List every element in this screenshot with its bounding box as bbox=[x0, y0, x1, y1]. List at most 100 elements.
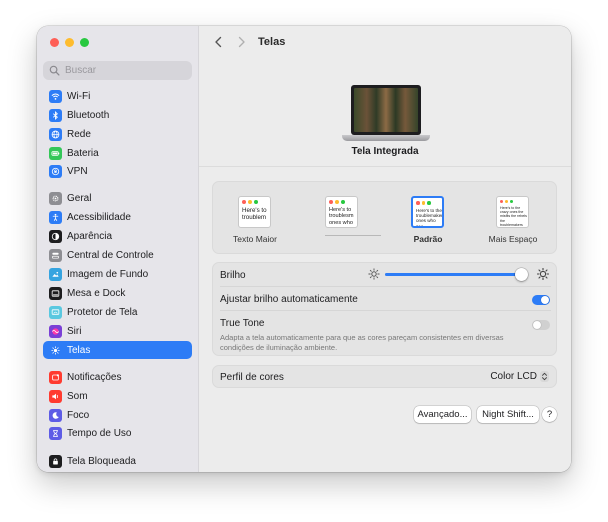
sidebar-item-geral[interactable]: Geral bbox=[43, 189, 192, 207]
sidebar: Wi-Fi Bluetooth Rede Bateria VPN Geral Acessib… bbox=[37, 26, 199, 472]
true-tone-description: Adapta a tela automaticamente para que a… bbox=[220, 333, 504, 352]
auto-brightness-label: Ajustar brilho automaticamente bbox=[220, 294, 358, 305]
search-field[interactable] bbox=[43, 61, 192, 80]
display-name: Tela Integrada bbox=[351, 146, 419, 157]
appearance-icon bbox=[49, 229, 62, 243]
wifi-icon bbox=[49, 89, 62, 103]
chevron-right-icon bbox=[238, 36, 245, 48]
sidebar-item-label: Notificações bbox=[67, 371, 122, 383]
night-shift-button[interactable]: Night Shift... bbox=[477, 406, 539, 423]
bluetooth-icon bbox=[49, 108, 62, 122]
sidebar-item-bateria[interactable]: Bateria bbox=[43, 144, 192, 162]
sidebar-item-tela-bloqueada[interactable]: Tela Bloqueada bbox=[43, 452, 192, 470]
lock-screen-icon bbox=[49, 454, 62, 468]
sidebar-item-telas[interactable]: Telas bbox=[43, 341, 192, 359]
battery-icon bbox=[49, 146, 62, 160]
sidebar-item-label: Rede bbox=[67, 128, 91, 140]
close-window-button[interactable] bbox=[50, 38, 59, 47]
sidebar-item-label: Tempo de Uso bbox=[67, 427, 132, 439]
brightness-label: Brilho bbox=[220, 270, 246, 281]
vpn-icon bbox=[49, 164, 62, 178]
notifications-icon bbox=[49, 370, 62, 384]
speaker-icon bbox=[49, 389, 62, 403]
sidebar-item-label: Foco bbox=[67, 409, 90, 421]
laptop-image[interactable] bbox=[342, 85, 430, 141]
resolution-thumbnail: Here's to the troublemakers ones who see bbox=[411, 196, 444, 228]
sidebar-item-label: Tela Bloqueada bbox=[67, 455, 136, 467]
search-icon bbox=[49, 65, 60, 76]
brightness-slider[interactable] bbox=[385, 268, 528, 281]
sidebar-item-protetor-de-tela[interactable]: Protetor de Tela bbox=[43, 303, 192, 321]
toolbar: Telas bbox=[199, 26, 571, 60]
sidebar-item-notificações[interactable]: Notificações bbox=[43, 368, 192, 386]
sidebar-item-siri[interactable]: Siri bbox=[43, 322, 192, 340]
resolution-option[interactable]: Here's to troublem Texto Maior bbox=[215, 182, 295, 255]
resolution-thumbnail-text: Here's to the troublemakers ones who see bbox=[416, 207, 444, 228]
sidebar-item-label: Acessibilidade bbox=[67, 211, 131, 223]
help-button[interactable]: ? bbox=[542, 407, 557, 422]
sidebar-item-label: Bateria bbox=[67, 147, 99, 159]
gear-icon bbox=[49, 191, 62, 205]
forward-button[interactable] bbox=[234, 35, 248, 49]
screensaver-icon bbox=[49, 305, 62, 319]
sidebar-item-label: Telas bbox=[67, 344, 91, 356]
resolution-option[interactable]: Here's to the troublemakers ones who see… bbox=[388, 182, 468, 255]
resolution-card: Here's to troublem Texto Maior Here's to t… bbox=[212, 181, 557, 254]
hourglass-icon bbox=[49, 426, 62, 440]
display-preview: Tela Integrada bbox=[199, 60, 571, 167]
sidebar-item-label: Central de Controle bbox=[67, 249, 154, 261]
up-down-chevron-icon bbox=[540, 371, 549, 382]
auto-brightness-toggle[interactable] bbox=[532, 295, 550, 305]
resolution-label: Texto Maior bbox=[233, 234, 277, 244]
sidebar-item-som[interactable]: Som bbox=[43, 387, 192, 405]
resolution-option[interactable]: Here's to the crazy ones the misfits the… bbox=[473, 182, 553, 255]
sidebar-item-vpn[interactable]: VPN bbox=[43, 162, 192, 180]
back-button[interactable] bbox=[211, 35, 225, 49]
sidebar-item-label: VPN bbox=[67, 165, 88, 177]
sun-small-icon bbox=[368, 268, 380, 280]
resolution-option[interactable]: Here's to troublesm ones who bbox=[302, 182, 382, 255]
color-profile-card: Perfil de cores Color LCD bbox=[212, 365, 557, 388]
sidebar-item-label: Som bbox=[67, 390, 88, 402]
sidebar-item-label: Bluetooth bbox=[67, 109, 110, 121]
sidebar-item-bluetooth[interactable]: Bluetooth bbox=[43, 106, 192, 124]
sidebar-item-label: Geral bbox=[67, 192, 92, 204]
sidebar-item-rede[interactable]: Rede bbox=[43, 125, 192, 143]
resolution-label: Padrão bbox=[413, 234, 443, 244]
moon-icon bbox=[49, 408, 62, 422]
true-tone-toggle[interactable] bbox=[532, 320, 550, 330]
sidebar-item-foco[interactable]: Foco bbox=[43, 406, 192, 424]
sidebar-item-label: Protetor de Tela bbox=[67, 306, 138, 318]
sidebar-item-label: Aparência bbox=[67, 230, 113, 242]
window-controls bbox=[50, 38, 89, 47]
resolution-thumbnail: Here's to troublem bbox=[238, 196, 271, 228]
sidebar-item-wi-fi[interactable]: Wi-Fi bbox=[43, 87, 192, 105]
chevron-left-icon bbox=[214, 36, 221, 48]
resolution-thumbnail: Here's to troublesm ones who bbox=[325, 196, 358, 228]
brightness-slider-knob[interactable] bbox=[514, 268, 528, 281]
advanced-button[interactable]: Avançado... bbox=[414, 406, 471, 423]
resolution-label: Mais Espaço bbox=[488, 234, 538, 244]
sidebar-item-central-de-controle[interactable]: Central de Controle bbox=[43, 246, 192, 264]
color-profile-value: Color LCD bbox=[490, 371, 537, 382]
sidebar-item-imagem-de-fundo[interactable]: Imagem de Fundo bbox=[43, 265, 192, 283]
sidebar-item-label: Siri bbox=[67, 325, 82, 337]
maximize-window-button[interactable] bbox=[80, 38, 89, 47]
sidebar-item-mesa-e-dock[interactable]: Mesa e Dock bbox=[43, 284, 192, 302]
page-title: Telas bbox=[258, 36, 286, 48]
sidebar-item-acessibilidade[interactable]: Acessibilidade bbox=[43, 208, 192, 226]
sidebar-item-label: Mesa e Dock bbox=[67, 287, 126, 299]
sidebar-item-tempo-de-uso[interactable]: Tempo de Uso bbox=[43, 424, 192, 442]
settings-window: Wi-Fi Bluetooth Rede Bateria VPN Geral Acessib… bbox=[37, 26, 571, 472]
search-input[interactable] bbox=[65, 65, 185, 76]
sidebar-item-aparência[interactable]: Aparência bbox=[43, 227, 192, 245]
accessibility-icon bbox=[49, 210, 62, 224]
minimize-window-button[interactable] bbox=[65, 38, 74, 47]
color-profile-label: Perfil de cores bbox=[220, 372, 284, 383]
wallpaper-icon bbox=[49, 267, 62, 281]
color-profile-select[interactable]: Color LCD bbox=[490, 371, 549, 382]
resolution-thumbnail-text: Here's to troublesm ones who bbox=[329, 207, 354, 226]
display-sun-icon bbox=[49, 343, 62, 357]
true-tone-label: True Tone bbox=[220, 318, 265, 329]
sun-large-icon bbox=[537, 268, 549, 280]
